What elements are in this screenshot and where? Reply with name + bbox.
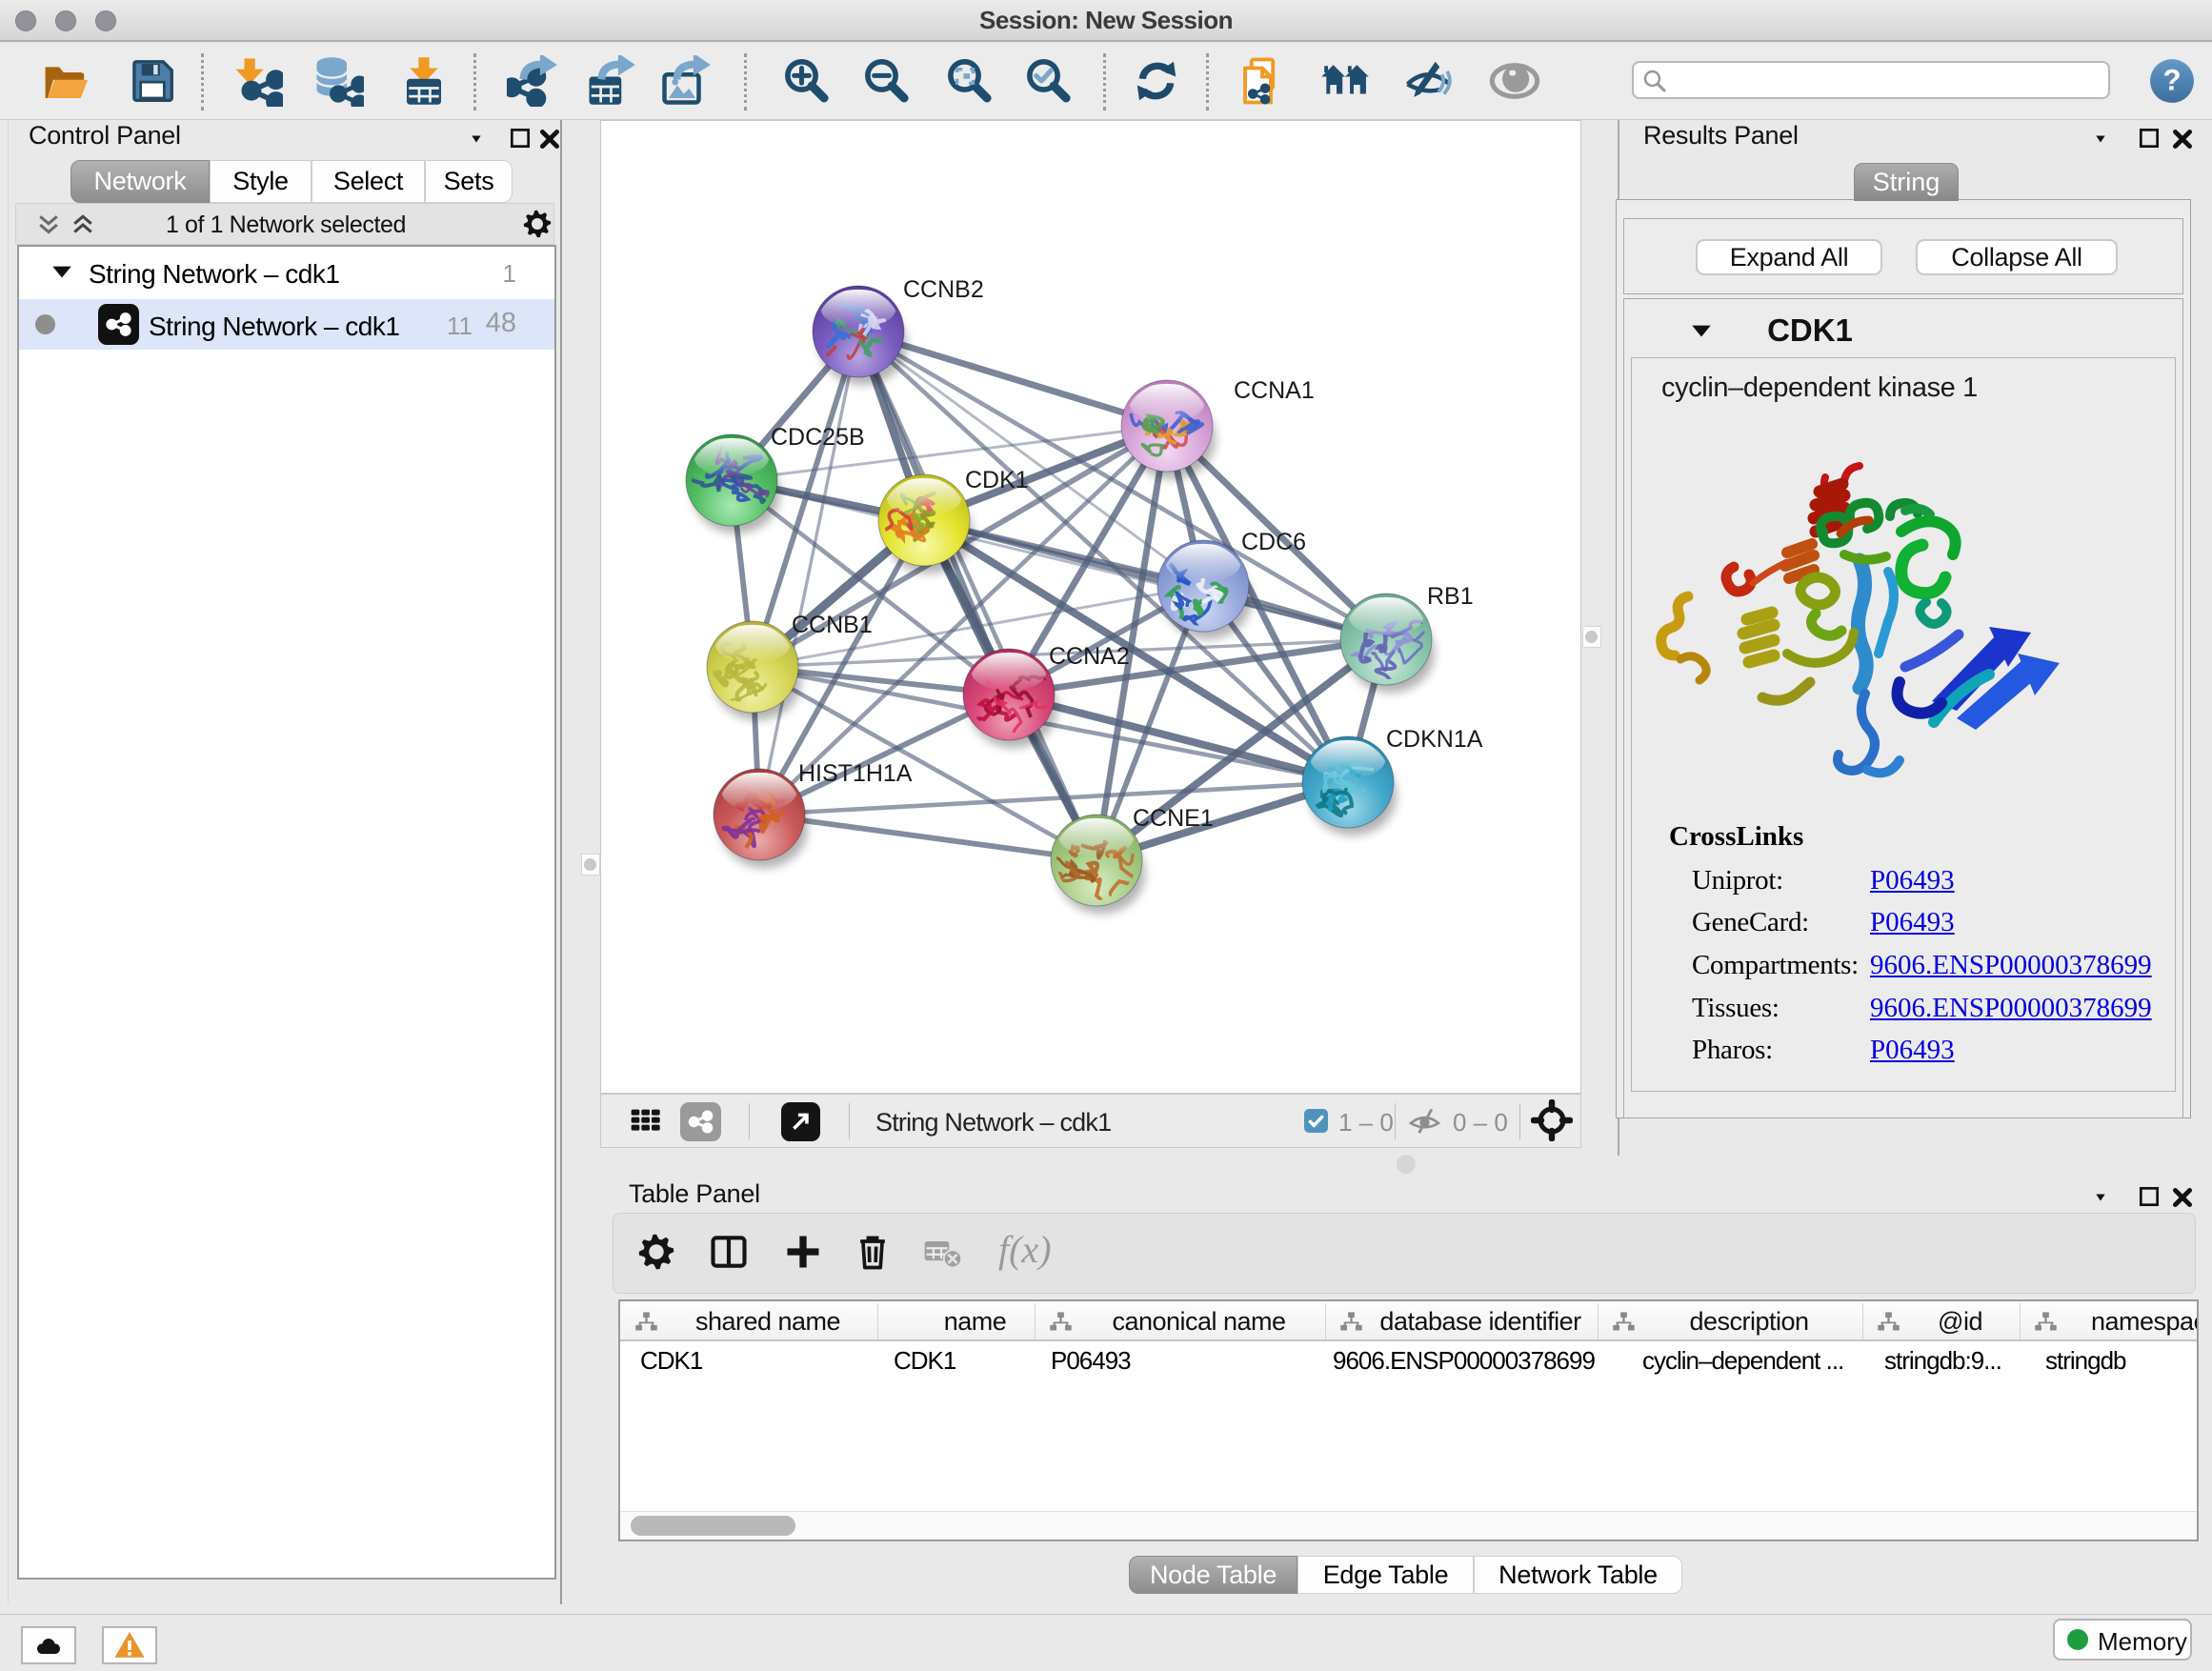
svg-text:CCNA1: CCNA1 — [1234, 377, 1315, 404]
svg-text:CDC6: CDC6 — [1241, 529, 1306, 555]
svg-text:CCNB2: CCNB2 — [903, 276, 984, 303]
svg-text:CDKN1A: CDKN1A — [1386, 726, 1483, 753]
svg-text:CCNB1: CCNB1 — [792, 612, 873, 638]
svg-text:CCNE1: CCNE1 — [1133, 805, 1214, 832]
svg-text:?: ? — [2162, 63, 2181, 96]
svg-text:CCNA2: CCNA2 — [1049, 643, 1130, 670]
svg-text:RB1: RB1 — [1427, 583, 1474, 610]
svg-text:CDC25B: CDC25B — [771, 424, 865, 451]
svg-text:HIST1H1A: HIST1H1A — [798, 760, 913, 787]
svg-text:CDK1: CDK1 — [965, 467, 1029, 493]
